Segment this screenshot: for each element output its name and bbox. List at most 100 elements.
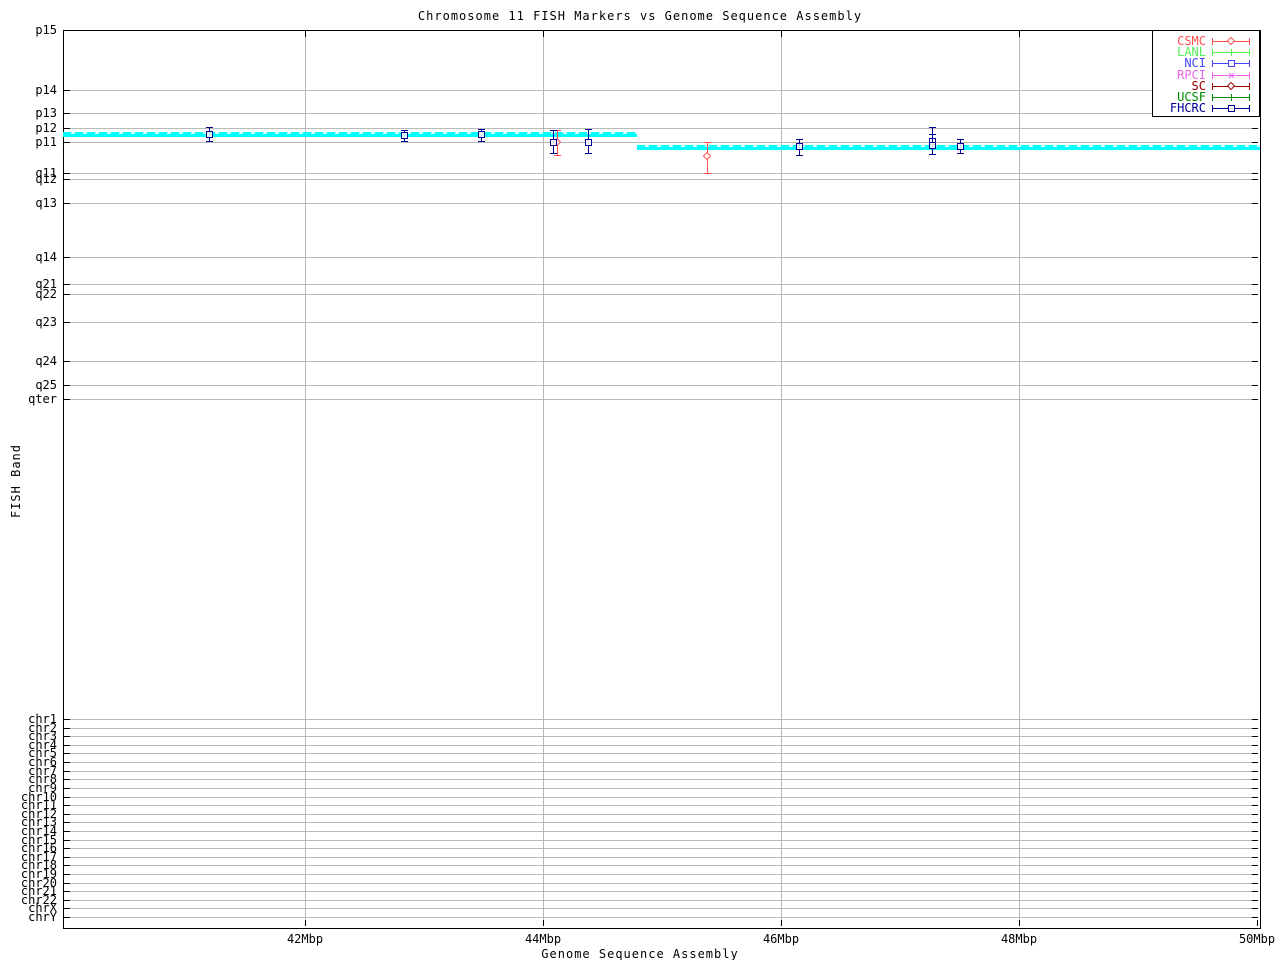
- error-bar-cap-top: [796, 139, 803, 140]
- ytick-label-qter: qter: [0, 394, 57, 404]
- gridline-q11: [64, 173, 1258, 174]
- ideogram-band-p11: [637, 145, 1260, 150]
- ytick-left-chr5: [64, 753, 70, 754]
- xtick-label-50: 50Mbp: [1227, 933, 1280, 945]
- ytick-left-chr14: [64, 831, 70, 832]
- legend-sample-cap-left: [1212, 83, 1213, 90]
- error-bar-cap-bottom: [401, 141, 408, 142]
- gridline-p11: [64, 142, 1258, 143]
- gridline-chr15: [64, 840, 1258, 841]
- gridline-chr1: [64, 719, 1258, 720]
- gridline-p12: [64, 128, 1258, 129]
- fish-markers-chart: Chromosome 11 FISH Markers vs Genome Seq…: [0, 0, 1280, 960]
- ytick-label-p13: p13: [0, 108, 57, 118]
- gridline-chr2: [64, 728, 1258, 729]
- marker-square: [1228, 60, 1235, 67]
- gridline-x-44: [543, 31, 544, 926]
- ytick-right-p12: [1252, 128, 1258, 129]
- ytick-left-chr12: [64, 814, 70, 815]
- ytick-right-chr3: [1252, 736, 1258, 737]
- ytick-right-chr4: [1252, 745, 1258, 746]
- ytick-left-chr20: [64, 883, 70, 884]
- ytick-right-q23: [1252, 322, 1258, 323]
- ideogram-band-dashes: [637, 145, 1260, 147]
- gridline-chrX: [64, 908, 1258, 909]
- error-bar-cap-bottom: [554, 155, 561, 156]
- gridline-chr4: [64, 745, 1258, 746]
- legend-sample-cap-right: [1249, 49, 1250, 56]
- marker-square: [206, 131, 213, 138]
- ytick-label-p15: p15: [0, 25, 57, 35]
- ytick-right-chr13: [1252, 822, 1258, 823]
- gridline-x-46: [781, 31, 782, 926]
- gridline-x-48: [1019, 31, 1020, 926]
- ytick-left-q12: [64, 179, 70, 180]
- xtick-label-48: 48Mbp: [989, 933, 1049, 945]
- ytick-label-q24: q24: [0, 356, 57, 366]
- error-bar-cap-bottom: [929, 154, 936, 155]
- ytick-right-chr18: [1252, 865, 1258, 866]
- ytick-left-chr15: [64, 840, 70, 841]
- ytick-left-q11: [64, 173, 70, 174]
- gridline-chr17: [64, 857, 1258, 858]
- error-bar-cap-top: [206, 127, 213, 128]
- gridline-q13: [64, 203, 1258, 204]
- ytick-label-q12: q12: [0, 174, 57, 184]
- gridline-chr22: [64, 900, 1258, 901]
- gridline-q14: [64, 257, 1258, 258]
- ytick-left-q25: [64, 385, 70, 386]
- gridline-chr19: [64, 874, 1258, 875]
- gridline-q24: [64, 361, 1258, 362]
- ytick-left-chr6: [64, 762, 70, 763]
- ytick-right-chr15: [1252, 840, 1258, 841]
- ytick-left-chr9: [64, 788, 70, 789]
- ytick-left-q23: [64, 322, 70, 323]
- marker-plus-h: [1228, 97, 1235, 98]
- ytick-right-q25: [1252, 385, 1258, 386]
- gridline-chr8: [64, 779, 1258, 780]
- gridline-chr16: [64, 848, 1258, 849]
- ytick-label-p12: p12: [0, 123, 57, 133]
- error-bar-cap-top: [585, 129, 592, 130]
- marker-square: [550, 139, 557, 146]
- ytick-right-chr17: [1252, 857, 1258, 858]
- legend-sample-cap-left: [1212, 38, 1213, 45]
- ytick-left-chrY: [64, 917, 70, 918]
- legend-sample-cap-right: [1249, 94, 1250, 101]
- error-bar-cap-top: [478, 129, 485, 130]
- ytick-left-chr19: [64, 874, 70, 875]
- ideogram-band-dashes: [63, 132, 637, 134]
- ytick-left-p14: [64, 90, 70, 91]
- gridline-chr7: [64, 771, 1258, 772]
- legend-sample-cap-right: [1249, 38, 1250, 45]
- gridline-q23: [64, 322, 1258, 323]
- gridline-chr13: [64, 822, 1258, 823]
- xtick-top-46: [781, 31, 782, 37]
- gridline-chr12: [64, 814, 1258, 815]
- ytick-left-chr18: [64, 865, 70, 866]
- ytick-left-q22: [64, 294, 70, 295]
- ytick-left-chr4: [64, 745, 70, 746]
- ytick-right-q22: [1252, 294, 1258, 295]
- gridline-q21: [64, 284, 1258, 285]
- marker-plus-h: [1228, 52, 1235, 53]
- xtick-top-48: [1019, 31, 1020, 37]
- xtick-bottom-44: [543, 920, 544, 926]
- legend-sample-cap-left: [1212, 105, 1213, 112]
- gridline-chr9: [64, 788, 1258, 789]
- ytick-label-chrY: chrY: [0, 912, 57, 922]
- error-bar-cap-bottom: [796, 155, 803, 156]
- marker-square: [957, 143, 964, 150]
- ytick-left-chr16: [64, 848, 70, 849]
- error-bar-cap-bottom: [206, 141, 213, 142]
- marker-square: [401, 132, 408, 139]
- gridline-chr11: [64, 805, 1258, 806]
- error-bar-cap-top: [929, 127, 936, 128]
- error-bar-cap-bottom: [957, 153, 964, 154]
- ytick-right-chr20: [1252, 883, 1258, 884]
- ytick-right-chr21: [1252, 891, 1258, 892]
- gridline-chr5: [64, 753, 1258, 754]
- ytick-right-chr6: [1252, 762, 1258, 763]
- ytick-right-chr7: [1252, 771, 1258, 772]
- plot-area: [63, 30, 1261, 929]
